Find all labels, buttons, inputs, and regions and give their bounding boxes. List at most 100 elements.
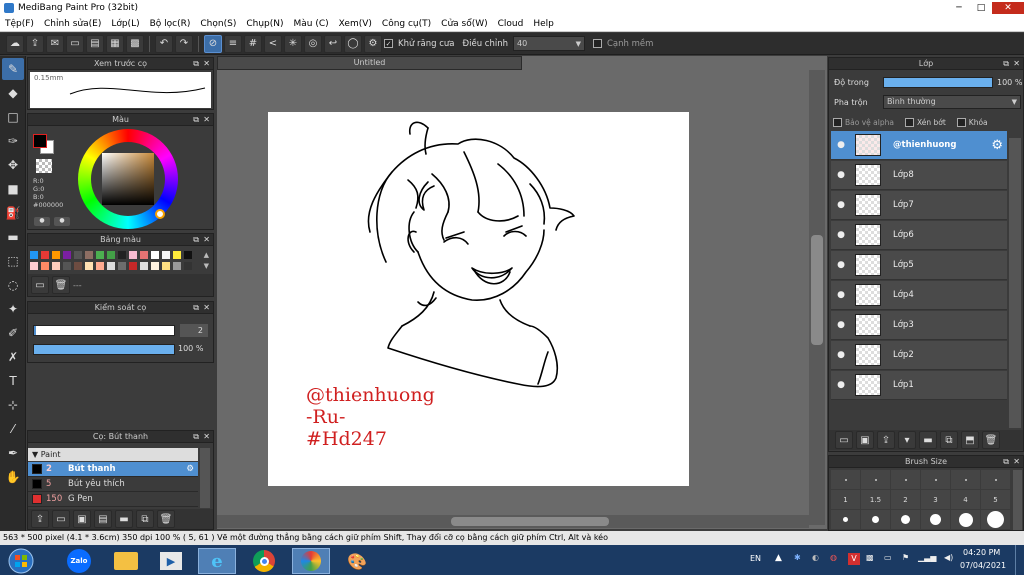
menu-help[interactable]: Help <box>528 19 559 29</box>
palette-swatch[interactable] <box>140 262 148 270</box>
expand-icon[interactable]: ⧉ <box>193 114 199 126</box>
palette-swatch[interactable] <box>162 262 170 270</box>
new-brush-icon[interactable]: ▭ <box>52 510 70 528</box>
color-wheel[interactable] <box>78 129 178 229</box>
vertical-scroll-thumb[interactable] <box>811 235 823 345</box>
maximize-button[interactable]: □ <box>970 2 992 14</box>
palette-swatch[interactable] <box>30 262 38 270</box>
palette-swatch[interactable] <box>118 262 126 270</box>
lock-checkbox[interactable] <box>956 118 966 127</box>
brush-size-cell[interactable] <box>921 510 950 529</box>
palette-swatch[interactable] <box>107 262 115 270</box>
blur-tool-icon[interactable]: ✒ <box>2 442 24 464</box>
antialias-checkbox[interactable]: ✓ <box>384 39 393 48</box>
brush-size-cell[interactable] <box>921 470 950 489</box>
show-desktop-button[interactable] <box>1015 545 1024 575</box>
palette-swatch[interactable] <box>74 251 82 259</box>
layer-folder-icon[interactable]: ▬ <box>919 431 937 449</box>
brush-size-cell[interactable] <box>831 470 860 489</box>
palette-swatch[interactable] <box>85 262 93 270</box>
palette-swatches[interactable] <box>30 251 200 271</box>
transparent-color[interactable] <box>36 159 52 173</box>
palette-swatch[interactable] <box>52 251 60 259</box>
save-icon[interactable]: ▦ <box>106 34 124 53</box>
brush-item[interactable]: 2 Bút thanh ⚙ <box>28 462 198 477</box>
layer-visibility-icon[interactable]: ● <box>831 290 851 300</box>
delete-brush-icon[interactable]: 🗑 <box>157 510 175 528</box>
expand-icon[interactable]: ⧉ <box>193 234 199 246</box>
tray-app-icon[interactable]: ◐ <box>812 553 819 562</box>
blend-mode-select[interactable]: Bình thường ▼ <box>883 95 1021 109</box>
saturation-square[interactable] <box>102 153 154 205</box>
document-tab[interactable]: Untitled <box>217 56 522 70</box>
protect-alpha-checkbox[interactable] <box>833 118 842 127</box>
menu-window[interactable]: Cửa sổ(W) <box>436 19 492 29</box>
layer-settings-icon[interactable]: ⚙ <box>991 138 1003 153</box>
menu-tools[interactable]: Công cụ(T) <box>377 19 436 29</box>
brush-size-label[interactable]: 1 <box>831 490 860 509</box>
snap-settings-icon[interactable]: ⚙ <box>364 34 382 53</box>
close-icon[interactable]: ✕ <box>1013 456 1020 468</box>
layer-visibility-icon[interactable]: ● <box>831 320 851 330</box>
brush-opacity-slider[interactable] <box>33 344 175 355</box>
gradient-tool-icon[interactable]: ▬ <box>2 226 24 248</box>
brush-item[interactable]: 150 G Pen <box>28 492 198 507</box>
brush-size-cell[interactable] <box>831 510 860 529</box>
soft-edge-checkbox[interactable] <box>592 39 602 48</box>
hue-cursor[interactable] <box>155 209 165 219</box>
taskbar-paint[interactable]: 🎨 <box>338 548 376 574</box>
palette-swatch[interactable] <box>173 251 181 259</box>
tray-app-icon-2[interactable]: ◍ <box>830 553 837 562</box>
new-file-icon[interactable]: ▭ <box>66 34 84 53</box>
layer-opacity-slider[interactable] <box>883 77 993 88</box>
palette-swatch[interactable] <box>52 262 60 270</box>
horizontal-scroll-thumb[interactable] <box>451 517 609 526</box>
brush-settings-icon[interactable]: ▤ <box>94 510 112 528</box>
grid-icon[interactable]: ▩ <box>126 34 144 53</box>
layer-menu-icon[interactable]: ▾ <box>898 431 916 449</box>
menu-view[interactable]: Xem(V) <box>334 19 377 29</box>
brush-size-label[interactable]: 2 <box>891 490 920 509</box>
cloud-icon[interactable]: ☁ <box>6 34 24 53</box>
layer-visibility-icon[interactable]: ● <box>831 260 851 270</box>
expand-icon[interactable]: ⧉ <box>1003 456 1009 468</box>
taskbar-medibang[interactable] <box>292 548 330 574</box>
palette-swatch[interactable] <box>118 251 126 259</box>
move-tool-icon[interactable]: ✥ <box>2 154 24 176</box>
flag-icon[interactable]: ⚑ <box>902 553 909 562</box>
palette-swatch[interactable] <box>184 251 192 259</box>
lasso-tool-icon[interactable]: ◌ <box>2 274 24 296</box>
hand-tool-icon[interactable]: ✋ <box>2 466 24 488</box>
brush-tool-icon[interactable]: ✎ <box>2 58 24 80</box>
menu-cloud[interactable]: Cloud <box>493 19 529 29</box>
delete-layer-icon[interactable]: 🗑 <box>982 431 1000 449</box>
brush-size-cell[interactable] <box>861 470 890 489</box>
palette-swatch[interactable] <box>96 262 104 270</box>
circle-snap-icon[interactable]: ◎ <box>304 34 322 53</box>
taskbar-media-player[interactable]: ▶ <box>152 548 190 574</box>
palette-swatch[interactable] <box>151 251 159 259</box>
undo-icon[interactable]: ↶ <box>155 34 173 53</box>
palette-swatch[interactable] <box>41 262 49 270</box>
brush-size-label[interactable]: 5 <box>981 490 1010 509</box>
close-button[interactable]: ✕ <box>992 2 1024 14</box>
brush-group-header[interactable]: ▼ Paint <box>28 448 198 461</box>
taskbar-zalo[interactable]: Zalo <box>60 548 98 574</box>
menu-select[interactable]: Chọn(S) <box>195 19 241 29</box>
select-pen-icon[interactable]: ✐ <box>2 322 24 344</box>
shape-tool-icon[interactable]: ■ <box>2 178 24 200</box>
brush-folder-icon[interactable]: ▬ <box>115 510 133 528</box>
menu-layer[interactable]: Lớp(L) <box>106 19 144 29</box>
expand-icon[interactable]: ⧉ <box>193 58 199 70</box>
select-tool-icon[interactable]: ⬚ <box>2 250 24 272</box>
layer-visibility-icon[interactable]: ● <box>831 170 851 180</box>
brush-size-cell[interactable] <box>981 470 1010 489</box>
brush-size-slider[interactable] <box>33 325 175 336</box>
palette-swatch[interactable] <box>151 262 159 270</box>
layer-row[interactable]: ● Lớp3 <box>831 311 1007 340</box>
brush-size-cell[interactable] <box>981 510 1010 529</box>
volume-icon[interactable]: ◀) <box>944 553 953 562</box>
fill-tool-icon[interactable]: ⛽ <box>2 202 24 224</box>
select-eraser-icon[interactable]: ✗ <box>2 346 24 368</box>
layer-list-scrollbar[interactable] <box>1009 138 1021 428</box>
